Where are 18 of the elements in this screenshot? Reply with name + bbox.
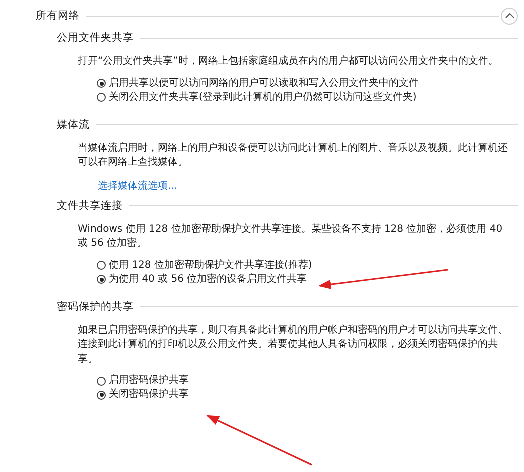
description: 如果已启用密码保护的共享，则只有具备此计算机的用户帐户和密码的用户才可以访问共享文件、连接到此计算机的打印机以及公用文件夹。若要使其他人具备访问权限，必须关闭密码保护的共享。 <box>78 324 509 366</box>
description: Windows 使用 128 位加密帮助保护文件共享连接。某些设备不支持 128 位加密，必须使用 40 或 56 位加密。 <box>78 222 504 251</box>
section-title: 媒体流 <box>57 118 90 132</box>
section-title: 密码保护的共享 <box>57 300 134 314</box>
section-title: 公用文件夹共享 <box>57 31 134 45</box>
chevron-up-icon <box>504 13 514 19</box>
radio-option[interactable]: 启用密码保护共享 <box>97 374 189 388</box>
radio-option[interactable]: 启用共享以便可以访问网络的用户可以读取和写入公用文件夹中的文件 <box>97 76 419 90</box>
radio-option[interactable]: 关闭公用文件夹共享(登录到此计算机的用户仍然可以访问这些文件夹) <box>97 90 417 104</box>
collapse-button[interactable] <box>501 8 518 24</box>
media-options-link[interactable]: 选择媒体流选项... <box>98 178 178 192</box>
description: 当媒体流启用时，网络上的用户和设备便可以访问此计算机上的图片、音乐以及视频。此计算机还可以在网络上查找媒体。 <box>78 142 509 170</box>
radio-option[interactable]: 为使用 40 或 56 位加密的设备启用文件共享 <box>97 272 308 286</box>
description: 打开“公用文件夹共享”时，网络上包括家庭组成员在内的用户都可以访问公用文件夹中的文件。 <box>78 55 500 69</box>
radio-option[interactable]: 关闭密码保护共享 <box>97 388 189 402</box>
group-title: 所有网络 <box>36 9 80 23</box>
section-title: 文件共享连接 <box>57 198 123 212</box>
radio-option[interactable]: 使用 128 位加密帮助保护文件共享连接(推荐) <box>97 258 312 272</box>
